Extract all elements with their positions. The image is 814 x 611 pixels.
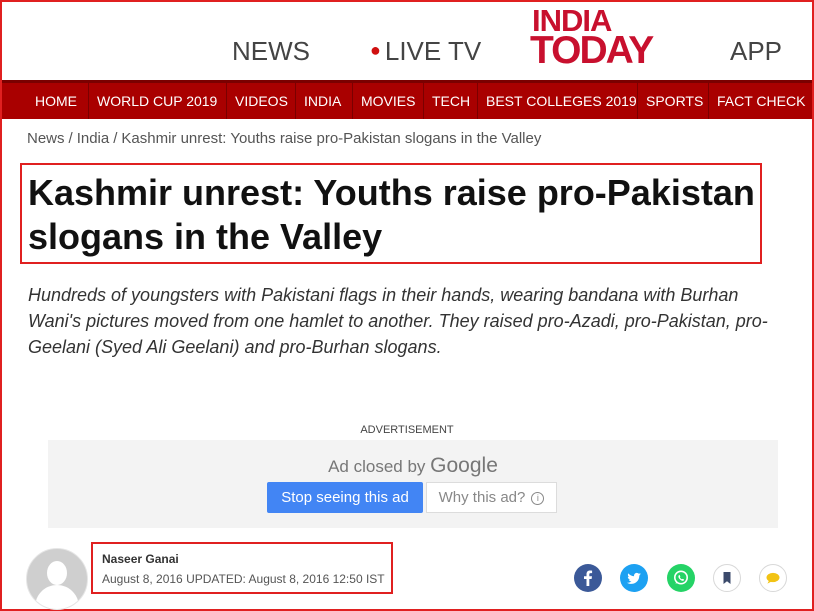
whatsapp-icon[interactable] bbox=[667, 564, 695, 592]
author-name[interactable]: Naseer Ganai bbox=[102, 552, 179, 566]
top-bar: NEWS ● LIVE TV INDIA TODAY APP bbox=[2, 2, 812, 80]
india-today-logo[interactable]: INDIA TODAY bbox=[530, 5, 654, 72]
logo-line2: TODAY bbox=[530, 29, 654, 72]
app-link[interactable]: APP bbox=[730, 36, 782, 67]
nav-item-home[interactable]: HOME bbox=[27, 83, 89, 119]
advertisement-label: ADVERTISEMENT bbox=[360, 424, 454, 436]
breadcrumb-news[interactable]: News bbox=[27, 130, 65, 147]
nav-item-india[interactable]: INDIA bbox=[296, 83, 353, 119]
main-nav: HOME WORLD CUP 2019 VIDEOS INDIA MOVIES … bbox=[2, 80, 812, 119]
author-highlight: Naseer Ganai August 8, 2016 UPDATED: Aug… bbox=[91, 542, 393, 594]
facebook-icon[interactable] bbox=[574, 564, 602, 592]
nav-item-movies[interactable]: MOVIES bbox=[353, 83, 424, 119]
nav-item-videos[interactable]: VIDEOS bbox=[227, 83, 296, 119]
headline-highlight: Kashmir unrest: Youths raise pro-Pakista… bbox=[20, 163, 762, 264]
ad-closed-notice: Ad closed by Google bbox=[48, 454, 778, 478]
breadcrumb-india[interactable]: India bbox=[77, 130, 110, 147]
live-tv-link[interactable]: ● LIVE TV bbox=[370, 36, 481, 67]
why-this-ad-label: Why this ad? bbox=[438, 489, 526, 506]
nav-item-world-cup[interactable]: WORLD CUP 2019 bbox=[89, 83, 227, 119]
ad-closed-text: Ad closed by bbox=[328, 457, 426, 476]
news-link[interactable]: NEWS bbox=[232, 36, 310, 67]
breadcrumb: News / India / Kashmir unrest: Youths raise … bbox=[27, 130, 541, 147]
info-icon: i bbox=[531, 491, 545, 505]
breadcrumb-separator: / bbox=[68, 130, 73, 147]
article-headline: Kashmir unrest: Youths raise pro-Pakista… bbox=[28, 172, 755, 257]
ad-container: Ad closed by Google Stop seeing this ad … bbox=[48, 440, 778, 528]
bookmark-icon[interactable] bbox=[713, 564, 741, 592]
why-this-ad-button[interactable]: Why this ad? i bbox=[426, 482, 557, 513]
live-tv-label: LIVE TV bbox=[384, 36, 482, 66]
stop-seeing-ad-button[interactable]: Stop seeing this ad bbox=[267, 482, 423, 513]
nav-item-tech[interactable]: TECH bbox=[424, 83, 478, 119]
publish-date: August 8, 2016 UPDATED: August 8, 2016 1… bbox=[102, 572, 385, 586]
comment-icon[interactable] bbox=[759, 564, 787, 592]
live-dot-icon: ● bbox=[370, 39, 381, 60]
nav-item-sports[interactable]: SPORTS bbox=[638, 83, 709, 119]
nav-item-fact-check[interactable]: FACT CHECK bbox=[709, 83, 810, 119]
author-avatar bbox=[26, 548, 88, 610]
breadcrumb-current: Kashmir unrest: Youths raise pro-Pakista… bbox=[121, 130, 542, 147]
article-summary: Hundreds of youngsters with Pakistani fl… bbox=[28, 285, 768, 357]
google-logo: Google bbox=[430, 454, 498, 477]
nav-item-best-colleges[interactable]: BEST COLLEGES 2019 bbox=[478, 83, 638, 119]
twitter-icon[interactable] bbox=[620, 564, 648, 592]
breadcrumb-separator: / bbox=[113, 130, 118, 147]
